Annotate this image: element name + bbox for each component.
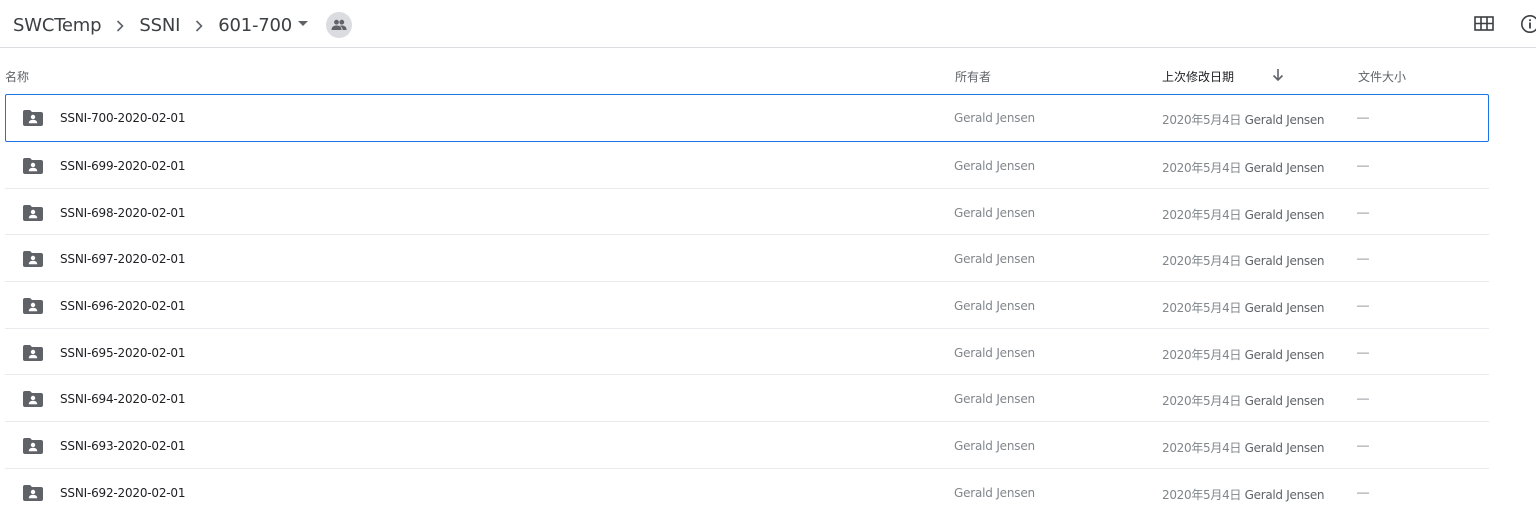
file-modified: 2020年5月4日 Gerald Jensen — [1162, 252, 1325, 269]
file-size: — — [1357, 391, 1369, 406]
file-size: — — [1357, 344, 1369, 359]
modified-by: Gerald Jensen — [1244, 487, 1325, 502]
file-size: — — [1357, 110, 1369, 124]
file-owner: Gerald Jensen — [954, 345, 1035, 360]
list-item[interactable]: SSNI-696-2020-02-01 Gerald Jensen 2020年5… — [5, 282, 1489, 329]
file-owner: Gerald Jensen — [954, 252, 1035, 267]
file-owner: Gerald Jensen — [954, 485, 1035, 500]
shared-folder-icon — [23, 251, 43, 268]
file-name: SSNI-692-2020-02-01 — [60, 485, 186, 500]
modified-by: Gerald Jensen — [1244, 441, 1325, 456]
modified-date: 2020年5月4日 — [1162, 254, 1242, 269]
file-name: SSNI-697-2020-02-01 — [60, 252, 186, 267]
modified-by: Gerald Jensen — [1244, 207, 1325, 222]
file-modified: 2020年5月4日 Gerald Jensen — [1162, 299, 1325, 316]
shared-folder-icon — [23, 158, 43, 174]
column-header-owner[interactable]: 所有者 — [955, 68, 991, 85]
modified-date: 2020年5月4日 — [1162, 441, 1242, 456]
modified-by: Gerald Jensen — [1244, 347, 1325, 362]
people-icon[interactable] — [326, 12, 353, 38]
file-owner: Gerald Jensen — [954, 392, 1035, 407]
list-header: 名称 所有者 上次修改日期 文件大小 — [0, 48, 1536, 94]
column-header-name[interactable]: 名称 — [5, 68, 29, 85]
file-owner: Gerald Jensen — [954, 299, 1035, 314]
modified-by: Gerald Jensen — [1244, 301, 1325, 316]
modified-by: Gerald Jensen — [1244, 394, 1325, 409]
modified-by: Gerald Jensen — [1244, 161, 1325, 175]
chevron-right-icon — [180, 15, 218, 36]
modified-date: 2020年5月4日 — [1162, 301, 1242, 316]
breadcrumb-item-swctemp[interactable]: SWCTemp — [13, 15, 102, 36]
file-name: SSNI-693-2020-02-01 — [60, 439, 186, 454]
shared-folder-icon — [23, 110, 43, 126]
file-owner: Gerald Jensen — [954, 205, 1035, 220]
modified-by: Gerald Jensen — [1244, 113, 1325, 127]
info-icon[interactable] — [1520, 14, 1536, 34]
breadcrumb: SWCTemp SSNI 601-700 — [13, 11, 353, 39]
file-name: SSNI-699-2020-02-01 — [60, 159, 186, 173]
file-name: SSNI-695-2020-02-01 — [60, 345, 186, 360]
file-modified: 2020年5月4日 Gerald Jensen — [1162, 439, 1325, 456]
top-bar: SWCTemp SSNI 601-700 — [0, 0, 1536, 48]
list-item[interactable]: SSNI-699-2020-02-01 Gerald Jensen 2020年5… — [5, 142, 1489, 189]
modified-by: Gerald Jensen — [1244, 254, 1325, 269]
file-size: — — [1357, 204, 1369, 219]
file-size: — — [1357, 438, 1369, 453]
grid-view-icon[interactable] — [1473, 15, 1495, 33]
file-modified: 2020年5月4日 Gerald Jensen — [1162, 346, 1325, 363]
modified-date: 2020年5月4日 — [1162, 207, 1242, 222]
modified-date: 2020年5月4日 — [1162, 394, 1242, 409]
file-name: SSNI-700-2020-02-01 — [60, 111, 186, 125]
list-item[interactable]: SSNI-695-2020-02-01 Gerald Jensen 2020年5… — [5, 329, 1489, 376]
list-item[interactable]: SSNI-698-2020-02-01 Gerald Jensen 2020年5… — [5, 189, 1489, 236]
file-size: — — [1357, 158, 1369, 172]
shared-folder-icon — [23, 391, 43, 408]
file-modified: 2020年5月4日 Gerald Jensen — [1162, 159, 1325, 176]
file-modified: 2020年5月4日 Gerald Jensen — [1162, 206, 1325, 223]
modified-date: 2020年5月4日 — [1162, 487, 1242, 502]
file-owner: Gerald Jensen — [954, 111, 1035, 125]
modified-date: 2020年5月4日 — [1162, 161, 1242, 175]
file-modified: 2020年5月4日 Gerald Jensen — [1162, 111, 1325, 128]
breadcrumb-item-current-folder[interactable]: 601-700 — [218, 15, 292, 36]
modified-date: 2020年5月4日 — [1162, 347, 1242, 362]
shared-folder-icon — [23, 298, 43, 315]
file-size: — — [1357, 251, 1369, 266]
column-header-size[interactable]: 文件大小 — [1358, 68, 1406, 85]
list-item[interactable]: SSNI-700-2020-02-01 Gerald Jensen 2020年5… — [5, 94, 1489, 142]
file-owner: Gerald Jensen — [954, 439, 1035, 454]
file-modified: 2020年5月4日 Gerald Jensen — [1162, 392, 1325, 409]
file-name: SSNI-698-2020-02-01 — [60, 205, 186, 220]
file-owner: Gerald Jensen — [954, 159, 1035, 173]
list-item[interactable]: SSNI-694-2020-02-01 Gerald Jensen 2020年5… — [5, 375, 1489, 423]
file-modified: 2020年5月4日 Gerald Jensen — [1162, 486, 1325, 503]
list-item[interactable]: SSNI-692-2020-02-01 Gerald Jensen 2020年5… — [5, 469, 1489, 510]
file-name: SSNI-696-2020-02-01 — [60, 299, 186, 314]
breadcrumb-item-ssni[interactable]: SSNI — [139, 15, 180, 36]
file-list: SSNI-700-2020-02-01 Gerald Jensen 2020年5… — [5, 94, 1489, 510]
shared-folder-icon — [23, 344, 43, 361]
list-item[interactable]: SSNI-693-2020-02-01 Gerald Jensen 2020年5… — [5, 422, 1489, 469]
column-header-modified[interactable]: 上次修改日期 — [1162, 68, 1234, 85]
chevron-right-icon — [101, 15, 139, 36]
file-size: — — [1357, 298, 1369, 313]
list-item[interactable]: SSNI-697-2020-02-01 Gerald Jensen 2020年5… — [5, 235, 1489, 283]
file-size: — — [1357, 484, 1369, 499]
dropdown-arrow-icon[interactable] — [298, 11, 312, 39]
arrow-down-icon[interactable] — [1271, 68, 1285, 82]
shared-folder-icon — [23, 204, 43, 221]
shared-folder-icon — [23, 484, 43, 501]
shared-folder-icon — [23, 438, 43, 455]
file-name: SSNI-694-2020-02-01 — [60, 392, 186, 407]
modified-date: 2020年5月4日 — [1162, 113, 1242, 127]
